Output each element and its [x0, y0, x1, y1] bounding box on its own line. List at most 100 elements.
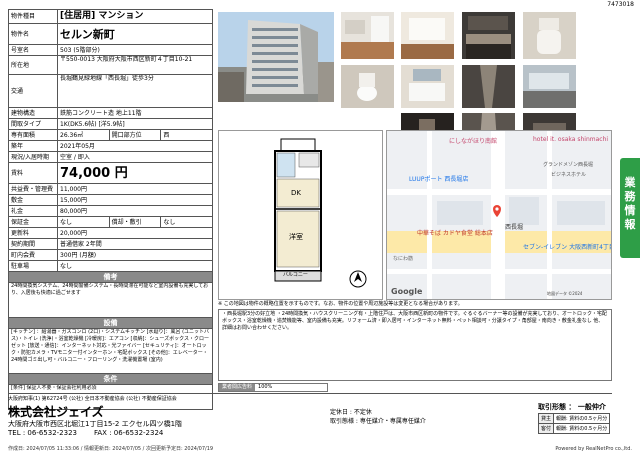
bathroom-photo [523, 12, 576, 59]
info-row: 建物構造 鉄筋コンクリート造 地上11階 [8, 107, 213, 119]
facilities-text: [キッチン] ：給湯器・ガスコンロ (2口)・システムキッチン [水廻り]：風呂… [8, 328, 213, 374]
info-value: 20,000円 [57, 227, 213, 239]
terms-header-row: 条件 [8, 373, 213, 385]
info-label: 敷金 [8, 194, 58, 206]
map-label: 中華そば カドヤ食堂 総本店 [417, 230, 493, 237]
info-value: 11,000円 [57, 183, 213, 195]
remarks-text: 24時間換気システム、24時間警備システム・長時間滞在可能など室内設備も充実して… [8, 282, 213, 318]
map-note: ※ この地図は物件の概略位置を示すものです。なお、物件の位置や周辺施設等は変更と… [218, 301, 463, 307]
info-value: 鉄筋コンクリート造 地上11階 [57, 107, 213, 119]
info-label: 現況/入居時期 [8, 151, 58, 163]
info-label: 建物構造 [8, 107, 58, 119]
info-row: 所在地 〒550-0013 大阪府大阪市西区新町４丁目10-21 [8, 55, 213, 75]
info-label: 町内会費 [8, 249, 58, 261]
facilities-body-row: [キッチン] ：給湯器・ガスコンロ (2口)・システムキッチン [水廻り]：風呂… [8, 328, 213, 374]
info-label: 共益費・管理費 [8, 183, 58, 195]
info-label: 更新料 [8, 227, 58, 239]
info-label: 所在地 [8, 55, 58, 75]
kitchen-photo [462, 12, 515, 59]
ad-fee-label: 業者間広告料 [219, 384, 256, 391]
info-value: なし [57, 216, 110, 228]
info-row: 物件種目 [住居用] マンション [8, 9, 213, 24]
ad-fee-value: 100% [258, 384, 273, 390]
balcony-photo [523, 65, 576, 108]
ad-fee-bar: 業者間広告料 100% [218, 383, 328, 392]
map-label: LUUPポート 西長堀店 [409, 176, 469, 183]
map-label: グランドメゾン西長堀 [543, 162, 594, 168]
info-value: 2021年05月 [57, 140, 213, 152]
sidetab-char: 業 [624, 176, 636, 189]
hallway-photo-1 [462, 65, 515, 108]
remarks-body-row: 24時間換気システム、24時間警備システム・長時間滞在可能など室内設備も充実して… [8, 282, 213, 318]
info-row: 現況/入居時期 空室 / 即入 [8, 151, 213, 163]
agency-holiday: 定休日 : 不定休 [330, 409, 372, 416]
floorplan-panel: DK 洋室 バルコニー [218, 130, 383, 300]
document-id: 7473018 [607, 1, 634, 8]
info-label: 間取タイプ [8, 118, 58, 130]
agency-address: 大阪府大阪市西区北堀江1丁目15-2 エクセル四ツ橋1階 [8, 420, 183, 428]
info-row: 専有面積 26.36㎡ 開口部方位西 [8, 129, 213, 141]
business-info-tab[interactable]: 業 務 情 報 [620, 158, 640, 258]
map-road-label: なにわ筋 [393, 256, 414, 262]
trade-table: 貸主 報酬: 賃料の0.5ヶ月分 客付 報酬: 賃料の0.5ヶ月分 [537, 413, 611, 434]
info-value: 300円 (月額) [57, 249, 213, 261]
info-label: 築年 [8, 140, 58, 152]
info-row: 保証金 なし 償却・敷引 なし [8, 216, 213, 228]
info-value: 503 (5階部分) [57, 44, 213, 56]
info-value: 空室 / 即入 [57, 151, 213, 163]
info-row: 更新料 20,000円 [8, 227, 213, 239]
info-label: 開口部方位 [108, 129, 162, 141]
features-box: ・西長堀駅3分の好立地 ・24時間換気・ハウスクリーニング有・上階住戸は、大阪市… [218, 309, 612, 381]
agency-fax: FAX : 06-6532-2324 [94, 429, 164, 437]
info-value: 80,000円 [57, 205, 213, 217]
info-row: 敷金 15,000円 [8, 194, 213, 206]
map-label: にしながほり南館 [449, 138, 498, 145]
info-row: 駐車場 なし [8, 260, 213, 272]
agency-footer: 大阪府知事(1) 第62724号 (公社) 全日本不動産協会 (公社) 不動産保… [8, 393, 612, 442]
agency-terms: 取引態様 : 専任媒介・専属専任媒介 [330, 418, 426, 425]
info-label: 償却・敷引 [108, 216, 162, 228]
info-value: 長堀鶴見緑地線「西長堀」徒歩3分 [57, 74, 213, 108]
info-label: 専有面積 [8, 129, 58, 141]
trade-value: 報酬: 賃料の0.5ヶ月分 [553, 413, 611, 424]
building-exterior-photo [218, 12, 334, 102]
info-value: 1K(DK5.6帖) [洋5.9帖] [57, 118, 213, 130]
toilet-photo [341, 65, 394, 108]
room-photo-1 [341, 12, 394, 59]
remarks-header: 備考 [8, 271, 213, 283]
info-value: 15,000円 [57, 194, 213, 206]
info-label: 号室名 [8, 44, 58, 56]
sidetab-char: 務 [624, 190, 636, 203]
info-row: 交通 長堀鶴見緑地線「西長堀」徒歩3分 [8, 74, 213, 108]
info-row: 共益費・管理費 11,000円 [8, 183, 213, 195]
info-value: [住居用] マンション [57, 9, 213, 24]
info-value: セルン新町 [57, 23, 213, 45]
facilities-header: 設備 [8, 317, 213, 329]
map-credit: 地図データ ©2024 [547, 291, 583, 296]
info-row: 号室名 503 (5階部分) [8, 44, 213, 56]
washroom-photo [401, 65, 454, 108]
terms-header: 条件 [8, 373, 213, 385]
rent-value: 74,000 円 [57, 162, 213, 184]
floorplan-label-balcony: バルコニー [283, 272, 308, 278]
agency-name: 株式会社ジェイズ [8, 405, 104, 419]
location-map[interactable]: にしながほり南館 hotel it. osaka shinmachi LUUPポ… [386, 130, 612, 300]
google-logo: Google [391, 287, 423, 296]
remarks-header-row: 備考 [8, 271, 213, 283]
trade-value: 報酬: 賃料の0.5ヶ月分 [553, 423, 611, 434]
info-value: 〒550-0013 大阪府大阪市西区新町４丁目10-21 [57, 55, 213, 75]
footer-dates: 作成日: 2024/07/05 11:33:06 / 情報更新日: 2024/0… [8, 446, 214, 452]
info-value: 普通借家 2年間 [57, 238, 213, 250]
info-row: 物件名 セルン新町 [8, 23, 213, 45]
trade-label: 貸主 [537, 413, 555, 424]
info-value: なし [57, 260, 213, 272]
info-label: 交通 [8, 74, 58, 108]
property-info-table: 物件種目 [住居用] マンション 物件名 セルン新町 号室名 503 (5階部分) 所在地〒… [8, 9, 213, 410]
info-label: 契約期間 [8, 238, 58, 250]
rent-row: 賃料 74,000 円 [8, 162, 213, 184]
info-value: なし [160, 216, 213, 228]
map-label: hotel it. osaka shinmachi [533, 136, 609, 143]
info-row: 町内会費 300円 (月額) [8, 249, 213, 261]
info-row: 間取タイプ 1K(DK5.6帖) [洋5.9帖] [8, 118, 213, 130]
info-value: 26.36㎡ [57, 129, 110, 141]
